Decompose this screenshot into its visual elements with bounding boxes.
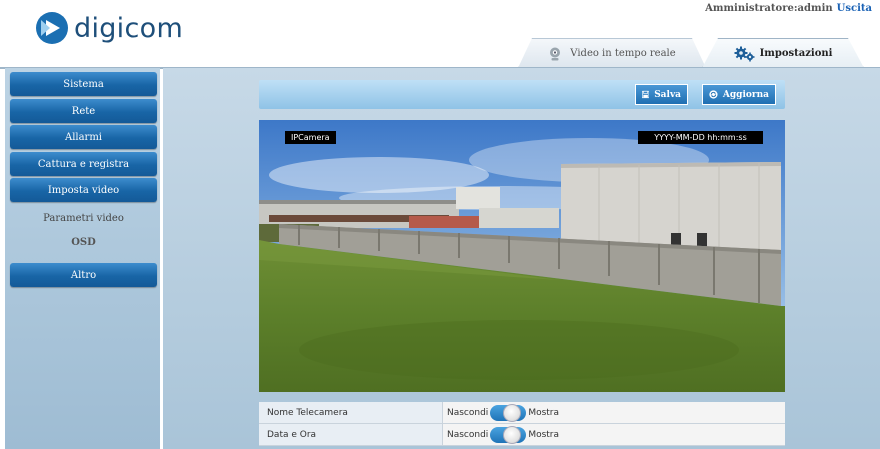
tab-live-video[interactable]: Video in tempo reale (518, 38, 706, 68)
sidebar-item-imposta-video[interactable]: Imposta video (10, 178, 157, 202)
save-button-label: Salva (654, 89, 681, 100)
brand-name: digicom (74, 12, 184, 44)
save-icon (642, 90, 650, 99)
refresh-icon (709, 90, 718, 99)
sidebar-item-label: Altro (70, 269, 97, 281)
tab-live-video-label: Video in tempo reale (570, 48, 676, 59)
sidebar: Sistema Rete Allarmi Cattura e registra … (5, 68, 160, 449)
sidebar-item-cattura[interactable]: Cattura e registra (10, 152, 157, 176)
hide-label: Nascondi (447, 407, 489, 418)
subitem-parametri-video[interactable]: Parametri video (10, 208, 157, 228)
sidebar-item-label: Imposta video (47, 184, 120, 196)
video-preview: IPCamera YYYY-MM-DD hh:mm:ss (259, 120, 785, 392)
table-row: Nome Telecamera Nascondi Mostra (259, 402, 785, 424)
toggle-knob[interactable] (503, 403, 522, 422)
camera-name-toggle[interactable] (490, 403, 527, 422)
main-content: Salva Aggiorna IPCamera YYYY-MM-DD hh:mm… (163, 68, 880, 449)
webcam-icon (550, 47, 561, 60)
sidebar-item-label: Allarmi (64, 131, 103, 143)
camera-image (259, 120, 785, 392)
sidebar-item-label: Sistema (63, 78, 104, 90)
user-label: Amministratore:admin (705, 3, 833, 14)
logo: digicom (36, 12, 183, 44)
table-row: Data e Ora Nascondi Mostra (259, 424, 785, 446)
osd-settings-table: Nome Telecamera Nascondi Mostra Data e O… (259, 402, 785, 446)
save-button[interactable]: Salva (635, 84, 688, 105)
refresh-button[interactable]: Aggiorna (702, 84, 776, 105)
sidebar-item-sistema[interactable]: Sistema (10, 72, 157, 96)
osd-datetime: YYYY-MM-DD hh:mm:ss (638, 131, 763, 144)
subitem-osd[interactable]: OSD (10, 232, 157, 252)
logout-link[interactable]: Uscita (837, 3, 872, 14)
sidebar-item-label: Cattura e registra (37, 158, 130, 170)
row-control: Nascondi Mostra (442, 402, 785, 423)
row-label: Data e Ora (259, 424, 442, 445)
gears-icon (734, 46, 755, 61)
osd-panel: Salva Aggiorna IPCamera YYYY-MM-DD hh:mm… (259, 80, 785, 449)
row-control: Nascondi Mostra (442, 424, 785, 445)
tab-settings-label: Impostazioni (759, 48, 833, 59)
tab-settings[interactable]: Impostazioni (702, 38, 864, 68)
show-label: Mostra (528, 429, 560, 440)
sidebar-item-label: Rete (71, 105, 96, 117)
refresh-button-label: Aggiorna (722, 89, 769, 100)
subitem-label: Parametri video (43, 212, 124, 224)
sidebar-item-rete[interactable]: Rete (10, 99, 157, 123)
row-label: Nome Telecamera (259, 402, 442, 423)
subitem-label: OSD (71, 236, 96, 248)
header: digicom Amministratore:admin Uscita Video… (0, 0, 880, 69)
logo-arrow-icon (36, 12, 68, 44)
toolbar: Salva Aggiorna (259, 80, 785, 109)
sidebar-item-allarmi[interactable]: Allarmi (10, 125, 157, 149)
toggle-knob[interactable] (503, 425, 522, 444)
hide-label: Nascondi (447, 429, 489, 440)
osd-camera-name: IPCamera (285, 131, 336, 144)
sidebar-item-altro[interactable]: Altro (10, 263, 157, 287)
show-label: Mostra (528, 407, 560, 418)
user-bar: Amministratore:admin Uscita (705, 3, 872, 14)
datetime-toggle[interactable] (490, 425, 527, 444)
